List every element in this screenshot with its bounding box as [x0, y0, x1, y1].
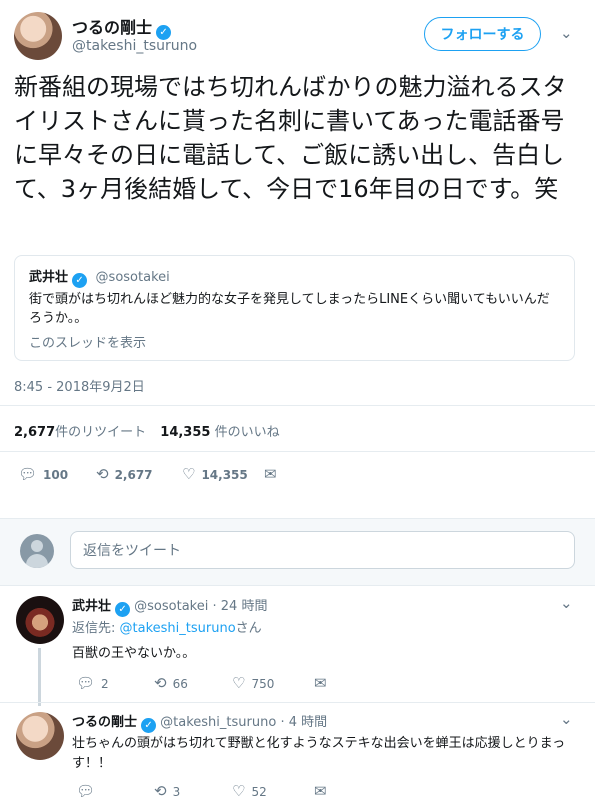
reply-button[interactable]: 💬︎ 100: [18, 467, 96, 482]
retweet-button[interactable]: ⟲ 66: [154, 676, 232, 691]
chevron-down-icon[interactable]: ⌄: [560, 710, 573, 728]
author-handle[interactable]: @takeshi_tsuruno: [72, 38, 197, 54]
reply-author-handle[interactable]: @sosotakei: [134, 599, 208, 614]
envelope-icon: ✉: [314, 782, 327, 800]
retweet-icon: ⟲: [154, 782, 167, 800]
heart-icon: ♡: [182, 465, 196, 483]
reply-author-name[interactable]: つるの剛士: [72, 715, 137, 730]
retweet-count[interactable]: 2,677: [14, 425, 55, 440]
reply-actions: 💬︎ ⟲ 3 ♡ 52 ✉: [76, 784, 327, 799]
avatar[interactable]: [16, 712, 64, 760]
retweet-icon: ⟲: [154, 674, 167, 692]
reply-to-handle-link[interactable]: @takeshi_tsuruno: [120, 621, 236, 636]
retweet-icon: ⟲: [96, 465, 109, 483]
divider: [0, 405, 595, 406]
like-button[interactable]: ♡ 14,355: [182, 467, 264, 482]
heart-icon: ♡: [232, 674, 246, 692]
reply-icon: 💬︎: [18, 465, 38, 483]
avatar[interactable]: [16, 596, 64, 644]
verified-badge-icon: ✓: [115, 602, 131, 617]
envelope-icon: ✉: [314, 674, 327, 692]
follow-button[interactable]: フォローする: [424, 17, 541, 51]
reply-time[interactable]: · 24 時間: [213, 599, 268, 614]
retweet-button[interactable]: ⟲ 2,677: [96, 467, 182, 482]
show-thread-link[interactable]: このスレッドを表示: [29, 332, 146, 351]
retweet-button[interactable]: ⟲ 3: [154, 784, 232, 799]
dm-button[interactable]: ✉: [314, 676, 327, 691]
quoted-author-handle: @sosotakei: [95, 270, 170, 285]
author-block: つるの剛士 ✓: [72, 14, 172, 40]
reply-header: 武井壮 ✓ @sosotakei · 24 時間: [72, 595, 267, 617]
reply-text: 壮ちゃんの頭がはち切れて野獣と化すようなステキな出会いを蝉王は応援しとりまっす！…: [72, 736, 566, 771]
reply-button[interactable]: 💬︎ 2: [76, 676, 154, 691]
retweet-count: 66: [172, 676, 188, 691]
tweet-timestamp[interactable]: 8:45 - 2018年9月2日: [14, 376, 145, 395]
quoted-text: 街で頭がはち切れんほど魅力的な女子を発見してしまったらLINEくらい聞いてもいい…: [29, 292, 550, 326]
quoted-author: 武井壮 ✓ @sosotakei: [29, 266, 170, 288]
tweet-stats: 2,677件のリツイート 14,355 件のいいね: [14, 421, 280, 440]
like-count: 52: [251, 784, 267, 799]
reply-input[interactable]: 返信をツイート: [70, 531, 575, 569]
like-label[interactable]: 件のいいね: [215, 425, 280, 440]
divider: [0, 451, 595, 452]
like-action-count: 14,355: [201, 467, 248, 482]
reply-text: 百獣の王やないか。。: [72, 646, 196, 661]
divider: [0, 702, 595, 703]
like-count: 750: [251, 676, 275, 691]
dm-button[interactable]: ✉: [264, 467, 277, 482]
retweet-action-count: 2,677: [114, 467, 153, 482]
reply-header: つるの剛士 ✓ @takeshi_tsuruno · 4 時間: [72, 711, 327, 733]
author-name[interactable]: つるの剛士: [72, 18, 152, 37]
reply-actions: 💬︎ 2 ⟲ 66 ♡ 750 ✉: [76, 676, 327, 691]
dm-button[interactable]: ✉: [314, 784, 327, 799]
reply-to-prefix: 返信先:: [72, 621, 120, 636]
reply-to-line: 返信先: @takeshi_tsurunoさん: [72, 619, 262, 639]
reply-icon: 💬︎: [76, 674, 96, 692]
like-button[interactable]: ♡ 52: [232, 784, 314, 799]
verified-badge-icon: ✓: [141, 718, 157, 733]
reply-count: 2: [101, 676, 109, 691]
chevron-down-icon[interactable]: ⌄: [560, 594, 573, 612]
avatar[interactable]: [14, 12, 62, 60]
reply-count: 100: [43, 467, 69, 482]
reply-icon: 💬︎: [76, 782, 96, 800]
heart-icon: ♡: [232, 782, 246, 800]
retweet-count: 3: [172, 784, 181, 799]
quoted-author-name: 武井壮: [29, 270, 69, 285]
reply-button[interactable]: 💬︎: [76, 784, 154, 799]
tweet-actions: 💬︎ 100 ⟲ 2,677 ♡ 14,355 ✉: [18, 467, 277, 482]
avatar: [20, 534, 54, 568]
reply-author-name[interactable]: 武井壮: [72, 599, 111, 614]
quoted-tweet[interactable]: 武井壮 ✓ @sosotakei 街で頭がはち切れんほど魅力的な女子を発見してしま…: [14, 255, 575, 361]
reply-author-handle[interactable]: @takeshi_tsuruno: [160, 715, 276, 730]
like-count[interactable]: 14,355: [160, 425, 210, 440]
reply-to-suffix: さん: [235, 621, 262, 636]
like-button[interactable]: ♡ 750: [232, 676, 314, 691]
chevron-down-icon[interactable]: ⌄: [560, 24, 573, 42]
thread-line: [38, 648, 41, 706]
tweet-text: 新番組の現場ではち切れんばかりの魅力溢れるスタイリストさんに貰った名刺に書いてあ…: [14, 73, 567, 203]
retweet-label[interactable]: 件のリツイート: [55, 425, 146, 440]
reply-time[interactable]: · 4 時間: [280, 715, 327, 730]
envelope-icon: ✉: [264, 465, 277, 483]
verified-badge-icon: ✓: [72, 273, 88, 288]
